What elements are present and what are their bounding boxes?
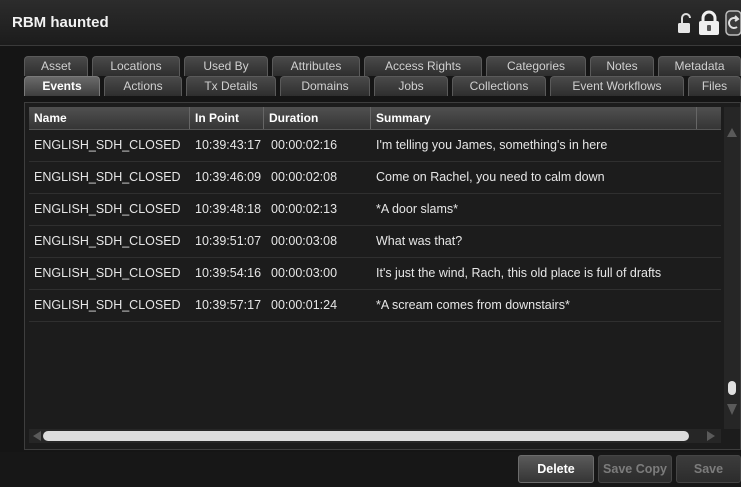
cell-in-point: 10:39:51:07 [195,234,262,248]
grid-header: Name In Point Duration Summary [29,107,721,130]
tab-attributes[interactable]: Attributes [272,56,360,76]
column-header-in-point[interactable]: In Point [190,107,264,129]
cell-in-point: 10:39:54:16 [195,266,262,280]
cell-duration: 00:00:03:00 [271,266,338,280]
vertical-scrollbar[interactable] [724,107,740,429]
tab-bar: Asset Locations Used By Attributes Acces… [0,52,741,98]
tab-categories[interactable]: Categories [486,56,586,76]
window-titlebar: RBM haunted [0,0,741,46]
column-header-name[interactable]: Name [29,107,190,129]
tab-jobs[interactable]: Jobs [374,76,448,96]
titlebar-icons [677,10,741,36]
tab-notes[interactable]: Notes [590,56,654,76]
horizontal-scroll-thumb[interactable] [43,431,689,441]
scroll-left-arrow-icon[interactable] [33,431,41,441]
cell-duration: 00:00:02:08 [271,170,338,184]
cell-summary: *A door slams* [376,202,458,216]
table-row[interactable]: ENGLISH_SDH_CLOSED 10:39:51:07 00:00:03:… [29,226,721,258]
lock-icon[interactable] [697,10,721,36]
action-bar: Delete Save Copy Save [0,452,741,487]
horizontal-scrollbar[interactable] [29,429,721,443]
unlock-icon[interactable] [677,12,693,34]
refresh-icon[interactable] [725,10,741,36]
table-row[interactable]: ENGLISH_SDH_CLOSED 10:39:57:17 00:00:01:… [29,290,721,322]
cell-duration: 00:00:02:13 [271,202,338,216]
cell-name: ENGLISH_SDH_CLOSED [34,202,181,216]
tab-events[interactable]: Events [24,76,100,96]
cell-in-point: 10:39:46:09 [195,170,262,184]
cell-in-point: 10:39:43:17 [195,138,262,152]
column-header-duration[interactable]: Duration [264,107,371,129]
column-header-summary[interactable]: Summary [371,107,697,129]
table-row[interactable]: ENGLISH_SDH_CLOSED 10:39:46:09 00:00:02:… [29,162,721,194]
tab-actions[interactable]: Actions [104,76,182,96]
table-row[interactable]: ENGLISH_SDH_CLOSED 10:39:54:16 00:00:03:… [29,258,721,290]
events-grid: Name In Point Duration Summary ENGLISH_S… [24,102,741,450]
cell-duration: 00:00:03:08 [271,234,338,248]
tab-tx-details[interactable]: Tx Details [186,76,276,96]
table-row[interactable]: ENGLISH_SDH_CLOSED 10:39:48:18 00:00:02:… [29,194,721,226]
tab-used-by[interactable]: Used By [184,56,268,76]
cell-summary: Come on Rachel, you need to calm down [376,170,605,184]
scroll-down-arrow-icon[interactable] [727,404,737,415]
tab-domains[interactable]: Domains [280,76,370,96]
cell-duration: 00:00:01:24 [271,298,338,312]
tab-row-back: Asset Locations Used By Attributes Acces… [0,56,741,76]
tab-metadata[interactable]: Metadata [658,56,741,76]
tab-files[interactable]: Files [688,76,741,96]
cell-in-point: 10:39:48:18 [195,202,262,216]
cell-in-point: 10:39:57:17 [195,298,262,312]
cell-name: ENGLISH_SDH_CLOSED [34,266,181,280]
window-title: RBM haunted [12,14,109,31]
tab-locations[interactable]: Locations [92,56,180,76]
cell-name: ENGLISH_SDH_CLOSED [34,298,181,312]
tab-collections[interactable]: Collections [452,76,546,96]
cell-duration: 00:00:02:16 [271,138,338,152]
save-button[interactable]: Save [676,455,741,483]
delete-button[interactable]: Delete [518,455,594,483]
scroll-right-arrow-icon[interactable] [707,431,715,441]
scroll-up-arrow-icon[interactable] [727,128,737,137]
tab-access-rights[interactable]: Access Rights [364,56,482,76]
table-row[interactable]: ENGLISH_SDH_CLOSED 10:39:43:17 00:00:02:… [29,130,721,162]
save-copy-button[interactable]: Save Copy [598,455,672,483]
cell-summary: *A scream comes from downstairs* [376,298,570,312]
cell-summary: It's just the wind, Rach, this old place… [376,266,662,280]
cell-name: ENGLISH_SDH_CLOSED [34,138,181,152]
vertical-scroll-thumb[interactable] [728,381,736,395]
cell-name: ENGLISH_SDH_CLOSED [34,170,181,184]
tab-asset[interactable]: Asset [24,56,88,76]
cell-name: ENGLISH_SDH_CLOSED [34,234,181,248]
cell-summary: What was that? [376,234,463,248]
cell-summary: I'm telling you James, something's in he… [376,138,608,152]
tab-row-front: Events Actions Tx Details Domains Jobs C… [0,76,741,96]
tab-event-workflows[interactable]: Event Workflows [550,76,684,96]
